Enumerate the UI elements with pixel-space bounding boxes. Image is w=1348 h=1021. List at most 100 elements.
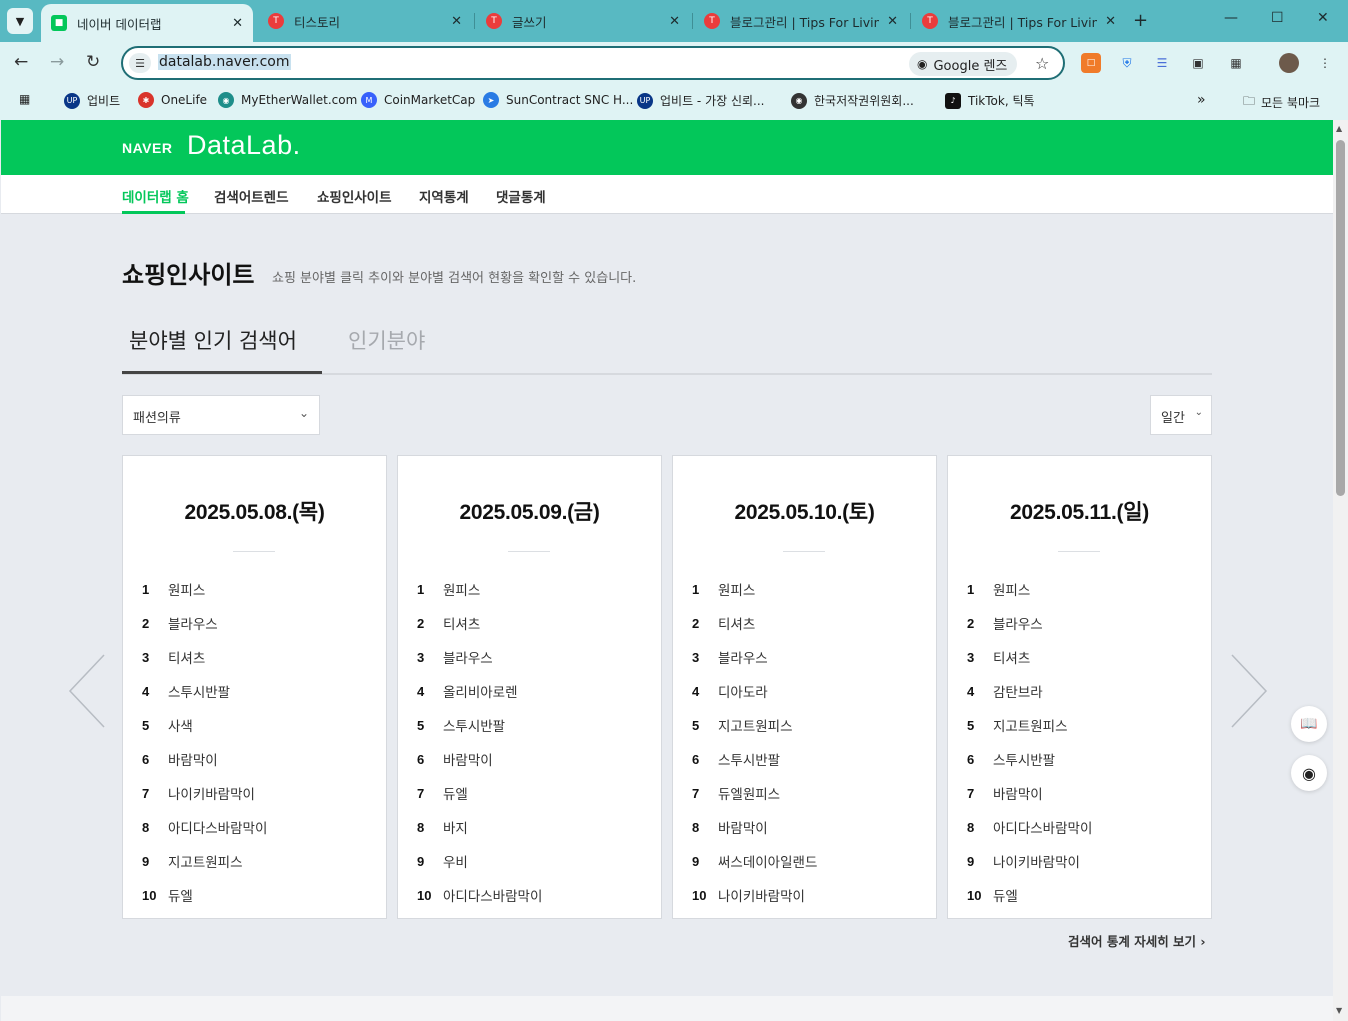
more-stats-link[interactable]: 검색어 통계 자세히 보기 › (1068, 931, 1206, 950)
ranking-item[interactable]: 9 지고트원피스 (142, 844, 372, 878)
extensions-puzzle-icon[interactable]: ▦ (1226, 53, 1246, 73)
scroll-down-icon[interactable]: ▼ (1336, 1006, 1342, 1015)
tab-search-chevron-icon[interactable]: ▼ (7, 8, 33, 34)
tab-popular-categories[interactable]: 인기분야 (348, 325, 425, 355)
url-text[interactable]: datalab.naver.com (158, 54, 291, 70)
browser-tab-1[interactable]: ■ 네이버 데이터랩 ✕ (41, 4, 253, 42)
prev-arrow-icon[interactable] (67, 653, 107, 729)
browser-tab-5[interactable]: T 블로그관리 | Tips For Living ✕ (912, 6, 1126, 36)
ranking-item[interactable]: 2 블라우스 (142, 606, 372, 640)
tab-close-icon[interactable]: ✕ (669, 14, 680, 29)
page-scrollbar[interactable]: ▲ ▼ (1333, 120, 1348, 1021)
ranking-item[interactable]: 4 디아도라 (692, 674, 922, 708)
nav-datalab-home[interactable]: 데이터랩 홈 (122, 186, 189, 206)
ranking-item[interactable]: 3 티셔츠 (967, 640, 1197, 674)
extension-shield-icon[interactable]: ⛨ (1117, 53, 1137, 73)
nav-comment-stats[interactable]: 댓글통계 (496, 186, 546, 206)
ranking-item[interactable]: 1 원피스 (692, 572, 922, 606)
ranking-item[interactable]: 8 바람막이 (692, 810, 922, 844)
bookmark-mew[interactable]: ◉ MyEtherWallet.com (218, 92, 357, 108)
forward-arrow-icon[interactable]: → (50, 52, 64, 72)
bookmark-coinmarketcap[interactable]: M CoinMarketCap (361, 92, 475, 108)
ranking-item[interactable]: 4 감탄브라 (967, 674, 1197, 708)
ranking-item[interactable]: 6 스투시반팔 (967, 742, 1197, 776)
ranking-item[interactable]: 3 티셔츠 (142, 640, 372, 674)
google-translate-icon[interactable]: ☰ (1152, 53, 1172, 73)
nav-regional-stats[interactable]: 지역통계 (419, 186, 469, 206)
tab-close-icon[interactable]: ✕ (232, 16, 243, 31)
ranking-item[interactable]: 9 우비 (417, 844, 647, 878)
ranking-item[interactable]: 7 듀엘 (417, 776, 647, 810)
google-lens-button[interactable]: ◉ Google 렌즈 (909, 52, 1018, 76)
scroll-thumb[interactable] (1336, 140, 1345, 496)
ranking-item[interactable]: 7 나이키바람막이 (142, 776, 372, 810)
bookmark-star-icon[interactable]: ☆ (1035, 54, 1049, 73)
ranking-item[interactable]: 2 티셔츠 (417, 606, 647, 640)
ranking-item[interactable]: 8 아디다스바람막이 (142, 810, 372, 844)
all-bookmarks[interactable]: 🗀 모든 북마크 (1243, 92, 1320, 113)
ranking-item[interactable]: 6 바람막이 (417, 742, 647, 776)
tab-close-icon[interactable]: ✕ (1105, 14, 1116, 29)
side-globe-icon[interactable]: ◉ (1291, 755, 1327, 791)
ranking-item[interactable]: 9 써스데이아일랜드 (692, 844, 922, 878)
scroll-up-icon[interactable]: ▲ (1336, 124, 1342, 133)
ranking-item[interactable]: 4 스투시반팔 (142, 674, 372, 708)
side-book-icon[interactable]: 📖 (1291, 706, 1327, 742)
next-arrow-icon[interactable] (1229, 653, 1269, 729)
ranking-item[interactable]: 1 원피스 (417, 572, 647, 606)
period-select[interactable]: 일간 ⌄ (1150, 395, 1212, 435)
tab-close-icon[interactable]: ✕ (887, 14, 898, 29)
ranking-item[interactable]: 5 지고트원피스 (967, 708, 1197, 742)
nav-search-trend[interactable]: 검색어트렌드 (214, 186, 289, 206)
tab-close-icon[interactable]: ✕ (451, 14, 462, 29)
profile-avatar[interactable] (1279, 53, 1299, 73)
bookmark-tiktok[interactable]: ♪ TikTok, 틱톡 (945, 92, 1035, 109)
tab-popular-keywords[interactable]: 분야별 인기 검색어 (129, 325, 297, 355)
ranking-item[interactable]: 10 나이키바람막이 (692, 878, 922, 912)
bookmark-upbit[interactable]: UP 업비트 (64, 92, 120, 109)
cast-icon[interactable]: ▣ (1188, 53, 1208, 73)
ranking-item[interactable]: 6 바람막이 (142, 742, 372, 776)
datalab-logo[interactable]: DataLab. (187, 130, 301, 161)
ranking-item[interactable]: 8 바지 (417, 810, 647, 844)
back-arrow-icon[interactable]: ← (14, 52, 28, 72)
ranking-item[interactable]: 2 티셔츠 (692, 606, 922, 640)
maximize-icon[interactable]: ☐ (1271, 10, 1284, 26)
bookmark-onelife[interactable]: ✱ OneLife (138, 92, 207, 108)
new-tab-plus-icon[interactable]: + (1133, 10, 1148, 31)
ranking-item[interactable]: 10 아디다스바람막이 (417, 878, 647, 912)
ranking-item[interactable]: 2 블라우스 (967, 606, 1197, 640)
browser-tab-2[interactable]: T 티스토리 ✕ (258, 6, 472, 36)
extension-translate-icon[interactable]: □ (1081, 53, 1101, 73)
ranking-item[interactable]: 10 듀엘 (142, 878, 372, 912)
ranking-item[interactable]: 7 바람막이 (967, 776, 1197, 810)
bookmark-suncontract[interactable]: ➤ SunContract SNC H... (483, 92, 633, 108)
ranking-item[interactable]: 10 듀엘 (967, 878, 1197, 912)
ranking-item[interactable]: 3 블라우스 (692, 640, 922, 674)
ranking-item[interactable]: 1 원피스 (967, 572, 1197, 606)
naver-logo[interactable]: NAVER (122, 140, 172, 156)
nav-shopping-insight[interactable]: 쇼핑인사이트 (317, 186, 392, 206)
reload-icon[interactable]: ↻ (86, 52, 100, 72)
ranking-item[interactable]: 3 블라우스 (417, 640, 647, 674)
menu-kebab-icon[interactable]: ⋮ (1315, 53, 1335, 73)
ranking-item[interactable]: 6 스투시반팔 (692, 742, 922, 776)
ranking-item[interactable]: 5 스투시반팔 (417, 708, 647, 742)
ranking-item[interactable]: 1 원피스 (142, 572, 372, 606)
browser-tab-4[interactable]: T 블로그관리 | Tips For Living ✕ (694, 6, 908, 36)
ranking-item[interactable]: 7 듀엘원피스 (692, 776, 922, 810)
bookmark-copyright[interactable]: ◉ 한국저작권위원회... (791, 92, 914, 109)
ranking-item[interactable]: 4 올리비아로렌 (417, 674, 647, 708)
ranking-item[interactable]: 5 사색 (142, 708, 372, 742)
ranking-item[interactable]: 9 나이키바람막이 (967, 844, 1197, 878)
ranking-item[interactable]: 5 지고트원피스 (692, 708, 922, 742)
minimize-icon[interactable]: — (1224, 10, 1238, 26)
category-select[interactable]: 패션의류 ⌄ (122, 395, 320, 435)
apps-grid-icon[interactable]: ▦ (19, 92, 30, 106)
window-close-icon[interactable]: ✕ (1317, 10, 1329, 26)
bookmarks-overflow-icon[interactable]: » (1197, 92, 1206, 108)
bookmark-upbit-2[interactable]: UP 업비트 - 가장 신뢰... (637, 92, 765, 109)
ranking-item[interactable]: 8 아디다스바람막이 (967, 810, 1197, 844)
site-settings-icon[interactable]: ☰ (129, 53, 151, 73)
address-bar[interactable]: ☰ datalab.naver.com ◉ Google 렌즈 ☆ (121, 46, 1065, 80)
